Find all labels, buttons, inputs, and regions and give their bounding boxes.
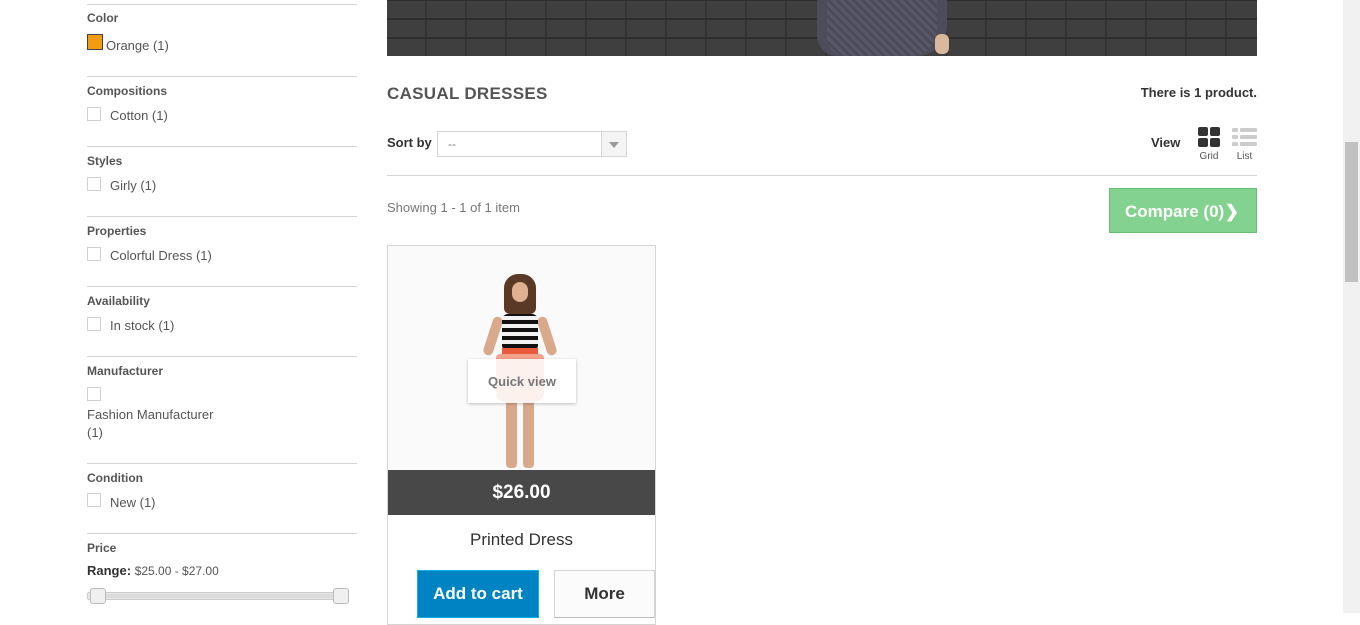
more-button[interactable]: More <box>554 570 655 618</box>
filter-title-availability: Availability <box>87 294 150 308</box>
price-slider-min-handle[interactable] <box>90 588 106 604</box>
sort-label: Sort by <box>387 135 432 150</box>
checkbox-colorful-dress[interactable] <box>87 247 101 261</box>
price-slider-max-handle[interactable] <box>333 588 349 604</box>
divider <box>87 533 357 534</box>
filter-title-condition: Condition <box>87 471 143 485</box>
banner-hand <box>935 34 949 54</box>
divider <box>87 463 357 464</box>
divider <box>87 356 357 357</box>
checkbox-fashion-manufacturer[interactable] <box>87 387 101 401</box>
checkbox-new[interactable] <box>87 493 101 507</box>
compare-button-label: Compare (0) <box>1125 202 1225 221</box>
divider <box>87 216 357 217</box>
checkbox-cotton[interactable] <box>87 107 101 121</box>
filter-title-compositions: Compositions <box>87 84 167 98</box>
view-label: View <box>1151 135 1181 150</box>
filter-title-styles: Styles <box>87 154 123 168</box>
product-name-link[interactable]: Printed Dress <box>388 530 655 550</box>
divider <box>87 76 357 77</box>
price-range-value: $25.00 - $27.00 <box>134 564 219 578</box>
compare-button[interactable]: Compare (0) ❯ <box>1109 188 1257 233</box>
price-range-label: Range: <box>87 563 132 578</box>
divider <box>87 146 357 147</box>
checkbox-in-stock[interactable] <box>87 317 101 331</box>
filter-option-in-stock[interactable]: In stock (1) <box>110 318 174 333</box>
filter-option-new[interactable]: New (1) <box>110 495 156 510</box>
page-scrollbar[interactable] <box>1343 0 1360 613</box>
color-swatch-orange[interactable] <box>87 34 103 50</box>
filter-option-fashion-manufacturer-count[interactable]: (1) <box>87 425 103 440</box>
view-list-button[interactable]: List <box>1232 127 1257 162</box>
product-count: There is 1 product. <box>1140 85 1257 100</box>
view-list-label: List <box>1236 151 1253 162</box>
list-icon <box>1232 127 1257 147</box>
view-grid-label: Grid <box>1199 151 1219 162</box>
filter-title-manufacturer: Manufacturer <box>87 364 164 378</box>
chevron-right-icon: ❯ <box>1224 202 1239 221</box>
price-slider-range <box>98 594 338 598</box>
banner-dress-knit <box>827 0 937 56</box>
filter-option-colorful-dress[interactable]: Colorful Dress (1) <box>110 248 212 263</box>
filter-option-fashion-manufacturer[interactable]: Fashion Manufacturer <box>87 407 213 422</box>
filter-title-properties: Properties <box>87 224 147 238</box>
pagination-showing-text: Showing 1 - 1 of 1 item <box>387 200 520 215</box>
filter-title-price: Price <box>87 541 117 555</box>
filter-title-color: Color <box>87 11 119 25</box>
filter-option-orange[interactable]: Orange (1) <box>106 38 169 53</box>
filter-option-girly[interactable]: Girly (1) <box>110 178 156 193</box>
category-title: CASUAL DRESSES <box>387 84 548 103</box>
sort-select-value: -- <box>448 137 456 151</box>
product-card[interactable]: Quick view $26.00 Printed Dress Add to c… <box>387 245 656 625</box>
price-range-text: Range: $25.00 - $27.00 <box>87 563 219 578</box>
divider <box>87 286 357 287</box>
category-banner-image <box>387 0 1257 56</box>
product-price: $26.00 <box>388 470 655 515</box>
view-grid-button[interactable]: Grid <box>1197 127 1221 162</box>
divider <box>387 175 1257 176</box>
product-image[interactable]: Quick view <box>388 246 655 471</box>
add-to-cart-button[interactable]: Add to cart <box>417 570 539 618</box>
price-slider[interactable] <box>87 588 349 604</box>
chevron-down-icon[interactable] <box>601 132 626 156</box>
filter-option-cotton[interactable]: Cotton (1) <box>110 108 168 123</box>
divider <box>87 4 357 5</box>
grid-icon <box>1197 127 1221 148</box>
quick-view-button[interactable]: Quick view <box>468 359 576 403</box>
checkbox-girly[interactable] <box>87 177 101 191</box>
scrollbar-thumb[interactable] <box>1345 142 1358 282</box>
sort-select[interactable]: -- <box>437 131 627 157</box>
